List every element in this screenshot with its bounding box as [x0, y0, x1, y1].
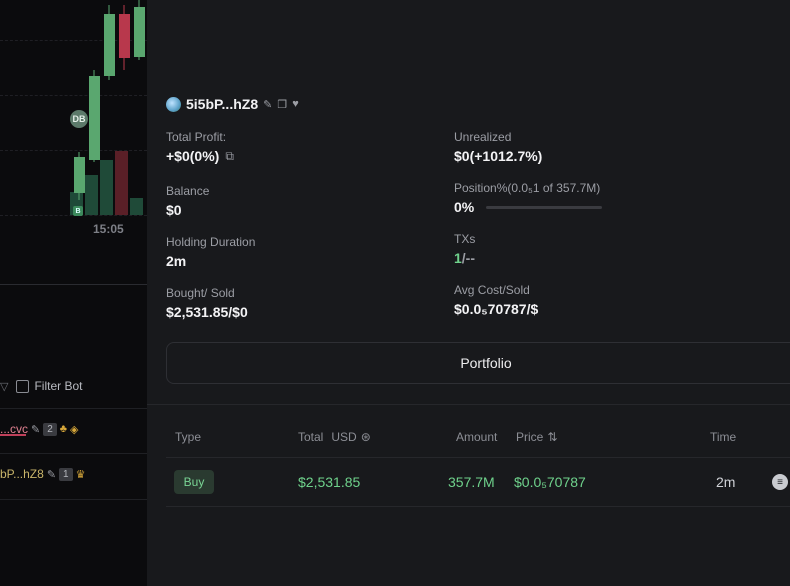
col-usd-label: USD [331, 430, 357, 444]
wallet-address[interactable]: 5i5bP...hZ8 [186, 96, 258, 112]
candle-body[interactable] [134, 7, 145, 57]
wallet-detail-panel: 5i5bP...hZ8 ✎ ❐ ♥ Total Profit: +$0(0%) … [147, 0, 790, 586]
candle-body[interactable] [119, 14, 130, 58]
portfolio-button[interactable]: Portfolio [166, 342, 790, 384]
total-profit-value: +$0(0%) [166, 148, 220, 164]
txs-buys: 1 [454, 250, 462, 266]
position-label: Position%(0.0₅1 of 357.7M) [454, 181, 601, 195]
pencil-icon[interactable]: ✎ [31, 423, 40, 436]
avg-cost-value: $0.0₅70787/$ [454, 301, 539, 317]
candle-body[interactable] [104, 14, 115, 76]
balance-label: Balance [166, 184, 210, 198]
candle-body[interactable] [89, 76, 100, 160]
position-stat: Position%(0.0₅1 of 357.7M) 0% [454, 181, 603, 215]
col-total[interactable]: Total USD ⊛ [298, 430, 371, 444]
candles-svg [70, 0, 145, 215]
sort-icon[interactable]: ⇅ [547, 430, 557, 444]
db-marker[interactable]: DB [70, 110, 88, 128]
crown-icon: ♛ [75, 468, 86, 481]
bought-sold-stat: Bought/ Sold $2,531.85/$0 [166, 286, 248, 320]
total-profit-label: Total Profit: [166, 130, 227, 144]
volume-bar [85, 175, 98, 215]
position-value: 0% [454, 199, 475, 215]
holding-duration-stat: Holding Duration 2m [166, 235, 255, 269]
holding-duration-label: Holding Duration [166, 235, 256, 249]
unrealized-label: Unrealized [454, 130, 512, 144]
txs-label: TXs [454, 232, 476, 246]
row-divider [0, 499, 147, 500]
trade-time: 2m [716, 474, 736, 490]
candle-body[interactable] [74, 157, 85, 193]
volume-bar [100, 160, 113, 215]
list-icon[interactable]: ≡ [772, 474, 788, 490]
filter-bot-label[interactable]: Filter Bot [34, 379, 82, 393]
avg-cost-label: Avg Cost/Sold [454, 283, 530, 297]
diamond-icon: ◈ [70, 423, 79, 436]
col-time: Time [710, 430, 737, 444]
col-type: Type [175, 430, 202, 444]
time-axis-label: 15:05 [93, 222, 124, 236]
count-badge: 1 [59, 467, 73, 481]
trader-row[interactable]: bP...hZ8 ✎ 1 ♛ [0, 465, 85, 483]
trade-price: $0.0₅70787 [514, 474, 586, 490]
trader-name[interactable]: bP...hZ8 [0, 467, 44, 481]
chart-divider [0, 284, 147, 285]
col-total-label: Total [298, 430, 324, 444]
txs-stat: TXs 1 /-- [454, 232, 475, 266]
pencil-icon[interactable]: ✎ [263, 98, 272, 111]
position-bar [486, 205, 603, 209]
group-icon: ♣ [59, 423, 68, 435]
avg-cost-stat: Avg Cost/Sold $0.0₅70787/$ [454, 283, 538, 317]
price-chart[interactable]: DB B 15:05 [0, 0, 147, 285]
col-price[interactable]: Price ⇅ [516, 430, 557, 444]
filter-bot-row: ▽ Filter Bot [0, 376, 82, 396]
unrealized-value: $0(+1012.7%) [454, 148, 543, 164]
app-root: DB B 15:05 ▽ Filter Bot ...cvc ✎ 2 ♣ ◈ b… [0, 0, 790, 586]
row-divider [0, 453, 147, 454]
pencil-icon[interactable]: ✎ [47, 468, 56, 481]
share-icon[interactable]: ⧉ [225, 148, 234, 164]
wallet-header: 5i5bP...hZ8 ✎ ❐ ♥ [166, 96, 299, 112]
row-divider [0, 408, 147, 409]
section-divider [147, 404, 790, 405]
funnel-icon[interactable]: ▽ [0, 380, 8, 393]
bought-sold-label: Bought/ Sold [166, 286, 235, 300]
balance-stat: Balance $0 [166, 184, 209, 218]
volume-bar [130, 198, 143, 215]
wallet-avatar [166, 96, 181, 112]
holding-duration-value: 2m [166, 253, 187, 269]
unrealized-stat: Unrealized $0(+1012.7%) [454, 130, 542, 164]
copy-icon[interactable]: ❐ [277, 98, 287, 111]
trader-underline [0, 434, 26, 436]
trade-amount: 357.7M [448, 474, 495, 490]
trade-total: $2,531.85 [298, 474, 361, 490]
col-price-label: Price [516, 430, 544, 444]
balance-value: $0 [166, 202, 182, 218]
buy-marker[interactable]: B [73, 206, 83, 216]
total-profit-stat: Total Profit: +$0(0%) ⧉ [166, 130, 234, 164]
txs-sells: /-- [461, 250, 476, 266]
currency-toggle-icon[interactable]: ⊛ [361, 430, 371, 444]
bought-sold-value: $2,531.85/$0 [166, 304, 248, 320]
count-badge: 2 [43, 422, 57, 436]
col-amount: Amount [456, 430, 498, 444]
table-row-divider [166, 506, 790, 507]
heart-icon[interactable]: ♥ [292, 98, 299, 110]
table-header-divider [166, 457, 790, 458]
volume-bar [115, 151, 128, 215]
background-chart-area: DB B 15:05 ▽ Filter Bot ...cvc ✎ 2 ♣ ◈ b… [0, 0, 147, 586]
filter-bot-checkbox[interactable] [16, 379, 30, 393]
trade-type-badge: Buy [174, 470, 214, 494]
